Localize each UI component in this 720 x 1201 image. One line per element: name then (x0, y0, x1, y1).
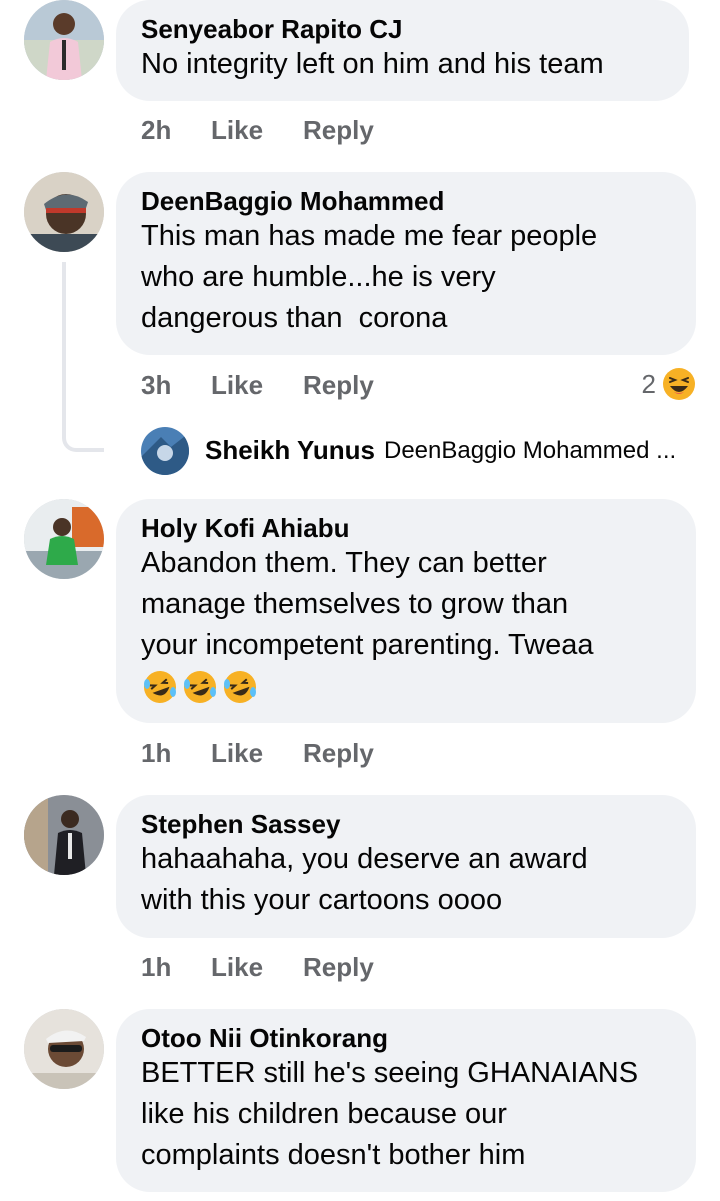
comment-text: like his children because our (141, 1098, 507, 1130)
comment-bubble: DeenBaggio Mohammed This man has made me… (116, 172, 696, 355)
reply-button[interactable]: Reply (303, 949, 374, 985)
reaction-count-number: 2 (641, 368, 656, 399)
comment-text: who are humble...he is very (141, 261, 496, 293)
comment-text: No integrity left on him and his team (141, 48, 604, 80)
avatar[interactable] (24, 795, 104, 875)
reaction-count[interactable]: 2 (642, 366, 696, 402)
comment-time[interactable]: 2h (141, 112, 171, 148)
comment-time[interactable]: 1h (141, 949, 171, 985)
comment-author[interactable]: Stephen Sassey (141, 809, 670, 839)
like-button[interactable]: Like (211, 735, 263, 771)
comment-bubble: Holy Kofi Ahiabu Abandon them. They can … (116, 499, 696, 723)
comment-actions: 1h Like Reply (141, 949, 681, 985)
comment-text: with this your cartoons oooo (141, 884, 503, 916)
avatar[interactable] (24, 0, 104, 80)
comment-author[interactable]: Holy Kofi Ahiabu (141, 513, 670, 543)
rofl-emoji-icon (144, 671, 176, 703)
comment-bubble: Otoo Nii Otinkorang BETTER still he's se… (116, 1009, 696, 1192)
reply-button[interactable]: Reply (303, 735, 374, 771)
like-button[interactable]: Like (211, 367, 263, 403)
reply-preview[interactable]: Sheikh Yunus DeenBaggio Mohammed ... (141, 427, 701, 475)
comment-time[interactable]: 1h (141, 735, 171, 771)
comment-text: complaints doesn't bother him (141, 1139, 526, 1171)
comment-text: manage themselves to grow than (141, 588, 569, 620)
comment-bubble: Senyeabor Rapito CJ No integrity left on… (116, 0, 689, 101)
comment-actions: 3h Like Reply (141, 367, 681, 403)
like-button[interactable]: Like (211, 112, 263, 148)
rofl-emoji-icon (184, 671, 216, 703)
comment-bubble: Stephen Sassey hahaahaha, you deserve an… (116, 795, 696, 938)
comment-text: hahaahaha, you deserve an award (141, 843, 588, 875)
reply-avatar[interactable] (141, 427, 189, 475)
reply-button[interactable]: Reply (303, 367, 374, 403)
comment-text: Abandon them. They can better (141, 547, 547, 579)
rofl-emoji-icon (224, 671, 256, 703)
laughing-emoji-icon (663, 368, 695, 400)
avatar[interactable] (24, 172, 104, 252)
reply-thread-line (62, 262, 104, 452)
like-button[interactable]: Like (211, 949, 263, 985)
avatar[interactable] (24, 499, 104, 579)
emoji-row (141, 668, 670, 706)
comment-author[interactable]: DeenBaggio Mohammed (141, 186, 670, 216)
comment-text: BETTER still he's seeing GHANAIANS (141, 1057, 639, 1089)
comment-text: your incompetent parenting. Tweaa (141, 629, 594, 661)
comment-time[interactable]: 3h (141, 367, 171, 403)
reply-author[interactable]: Sheikh Yunus (205, 435, 375, 466)
comment-text: dangerous than corona (141, 302, 448, 334)
reply-snippet: DeenBaggio Mohammed ... (384, 437, 677, 464)
comment-text: This man has made me fear people (141, 220, 598, 252)
avatar[interactable] (24, 1009, 104, 1089)
comment-author[interactable]: Otoo Nii Otinkorang (141, 1023, 670, 1053)
comment-actions: 2h Like Reply (141, 112, 681, 148)
reply-button[interactable]: Reply (303, 112, 374, 148)
comment-author[interactable]: Senyeabor Rapito CJ (141, 14, 663, 44)
comment-actions: 1h Like Reply (141, 735, 681, 771)
